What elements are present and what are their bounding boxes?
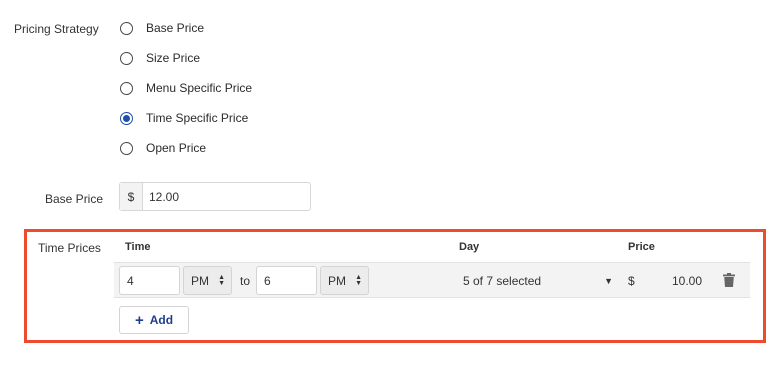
base-price-input[interactable]: $ 12.00 bbox=[119, 182, 311, 211]
radio-label: Base Price bbox=[146, 21, 205, 35]
price-value[interactable]: 10.00 bbox=[672, 274, 702, 288]
plus-icon: + bbox=[134, 311, 144, 329]
updown-icon: ▲ ▼ bbox=[218, 273, 225, 287]
time-prices-label: Time Prices bbox=[38, 241, 101, 255]
radio-label: Time Specific Price bbox=[146, 111, 249, 125]
to-label: to bbox=[240, 274, 251, 288]
day-select[interactable]: 5 of 7 selected ▼ bbox=[463, 274, 613, 288]
chevron-down-icon: ▼ bbox=[604, 276, 613, 286]
header-time: Time bbox=[125, 241, 151, 253]
day-summary: 5 of 7 selected bbox=[463, 274, 542, 288]
radio-open-price[interactable]: Open Price bbox=[120, 139, 206, 157]
start-period-select[interactable]: PM ▲ ▼ bbox=[183, 266, 232, 295]
updown-icon: ▲ ▼ bbox=[355, 273, 362, 287]
end-hour-input[interactable]: 6 bbox=[256, 266, 317, 295]
radio-base-price[interactable]: Base Price bbox=[120, 19, 204, 37]
radio-label: Open Price bbox=[146, 141, 207, 155]
end-period-value: PM bbox=[328, 273, 346, 288]
radio-circle[interactable] bbox=[120, 21, 133, 35]
currency-prefix: $ bbox=[120, 183, 143, 210]
radio-circle[interactable] bbox=[120, 141, 133, 155]
base-price-value[interactable]: 12.00 bbox=[143, 183, 179, 210]
radio-label: Size Price bbox=[146, 51, 201, 65]
radio-circle[interactable] bbox=[120, 51, 133, 65]
add-time-price-button[interactable]: + Add bbox=[119, 306, 189, 334]
radio-time-specific-price[interactable]: Time Specific Price bbox=[120, 109, 248, 127]
base-price-label: Base Price bbox=[45, 192, 104, 206]
radio-label: Menu Specific Price bbox=[146, 81, 253, 95]
price-currency: $ bbox=[628, 274, 635, 288]
start-period-value: PM bbox=[191, 273, 209, 288]
start-hour-input[interactable]: 4 bbox=[119, 266, 180, 295]
header-day: Day bbox=[459, 241, 480, 253]
radio-circle-selected[interactable] bbox=[120, 111, 133, 125]
add-button-label: Add bbox=[149, 313, 174, 327]
header-price: Price bbox=[628, 241, 655, 253]
trash-icon[interactable] bbox=[723, 273, 735, 287]
radio-size-price[interactable]: Size Price bbox=[120, 49, 200, 67]
pricing-strategy-label: Pricing Strategy bbox=[14, 22, 99, 36]
radio-menu-specific-price[interactable]: Menu Specific Price bbox=[120, 79, 252, 97]
end-period-select[interactable]: PM ▲ ▼ bbox=[320, 266, 369, 295]
radio-circle[interactable] bbox=[120, 81, 133, 95]
